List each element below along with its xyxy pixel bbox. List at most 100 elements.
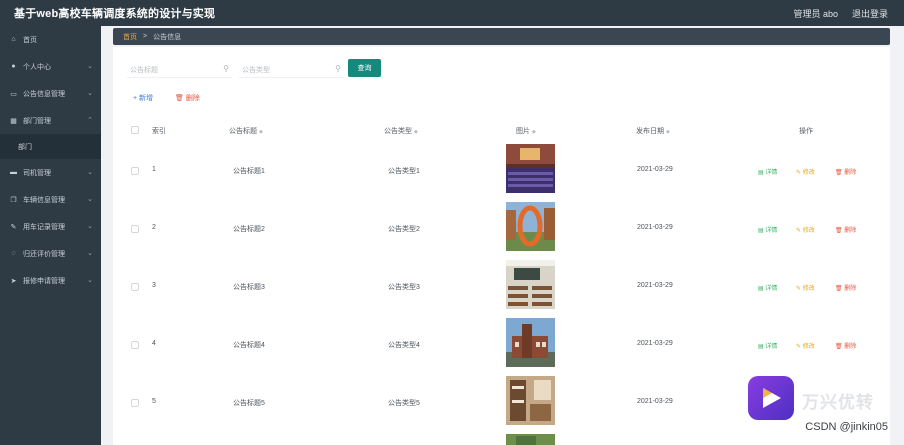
search-icon: ⚲: [335, 64, 341, 73]
edit-icon: ✎: [10, 223, 17, 231]
row-checkbox[interactable]: [131, 399, 139, 407]
add-button[interactable]: + 新增: [133, 93, 153, 103]
watermark-text: 万兴优转: [802, 393, 874, 412]
row-checkbox[interactable]: [131, 225, 139, 233]
sidebar-item-label: 司机管理: [23, 169, 51, 177]
home-icon: ⌂: [11, 36, 16, 43]
chevron-down-icon: ⌄: [87, 223, 93, 230]
row-checkbox[interactable]: [131, 283, 139, 291]
copy-icon: ❐: [10, 196, 17, 204]
csdn-credit: CSDN @jinkin05: [805, 421, 888, 433]
breadcrumb-current: 公告信息: [153, 33, 182, 41]
view-button[interactable]: ▤ 详情: [758, 225, 777, 234]
building-icon: ▦: [10, 117, 17, 125]
message-icon: ▭: [10, 90, 17, 98]
column-header-index: 索引: [152, 128, 166, 135]
sidebar-item-label: 车辆信息管理: [23, 196, 65, 204]
chevron-down-icon: ⌄: [87, 169, 93, 176]
watermark-logo: [748, 376, 794, 420]
notice-type-search-input[interactable]: 公告类型 ⚲: [239, 60, 344, 78]
document-icon: ▤: [758, 286, 764, 292]
chat-icon: ◌: [11, 250, 16, 257]
edit-button[interactable]: ✎ 修改: [796, 225, 815, 234]
chevron-down-icon: ⌄: [87, 63, 93, 70]
sidebar-item-return-review[interactable]: ◌ 归还评价管理 ⌄: [0, 240, 101, 267]
sidebar-item-home[interactable]: ⌂ 首页: [0, 26, 101, 53]
sidebar-item-driver-management[interactable]: ▬ 司机管理 ⌄: [0, 159, 101, 186]
edit-icon: ✎: [796, 344, 802, 350]
sidebar-item-vehicle-management[interactable]: ❐ 车辆信息管理 ⌄: [0, 186, 101, 213]
search-icon: ⚲: [223, 64, 229, 73]
edit-button[interactable]: ✎ 修改: [796, 341, 815, 350]
chevron-up-icon: ⌃: [87, 117, 93, 124]
edit-button[interactable]: ✎ 修改: [796, 283, 815, 292]
notice-image-partial: [506, 434, 555, 445]
view-button[interactable]: ▤ 详情: [758, 283, 777, 292]
breadcrumb-home-link[interactable]: 首页: [123, 32, 137, 42]
column-header-actions: 操作: [799, 128, 813, 135]
delete-button[interactable]: 🗑 删除: [835, 167, 856, 176]
breadcrumb-separator: >: [143, 33, 148, 40]
view-button[interactable]: ▤ 详情: [758, 167, 777, 176]
delete-button[interactable]: 🗑 删除: [835, 283, 856, 292]
sidebar-item-label: 归还评价管理: [23, 250, 65, 258]
column-header-image[interactable]: 图片 ◆: [516, 126, 536, 136]
chevron-down-icon: ⌄: [87, 250, 93, 257]
sidebar-item-label: 首页: [23, 36, 37, 44]
batch-delete-button[interactable]: 🗑 删除: [175, 93, 200, 103]
notice-image-classroom: [506, 260, 555, 309]
sidebar-item-usage-records[interactable]: ✎ 用车记录管理 ⌄: [0, 213, 101, 240]
sidebar-item-repair-requests[interactable]: ➤ 报修申请管理 ⌄: [0, 267, 101, 294]
document-icon: ▤: [758, 228, 764, 234]
delete-button[interactable]: 🗑 删除: [835, 225, 856, 234]
view-button[interactable]: ▤ 详情: [758, 341, 777, 350]
edit-icon: ✎: [796, 170, 802, 176]
row-checkbox[interactable]: [131, 167, 139, 175]
notice-image-sculpture: [506, 202, 555, 251]
sidebar-item-label: 用车记录管理: [23, 223, 65, 231]
logout-link[interactable]: 退出登录: [852, 7, 888, 20]
send-icon: ➤: [10, 277, 17, 285]
edit-button[interactable]: ✎ 修改: [796, 167, 815, 176]
sort-icon: ◆: [666, 129, 670, 135]
chevron-down-icon: ⌄: [87, 277, 93, 284]
sort-icon: ◆: [532, 129, 536, 135]
notice-image-auditorium: [506, 144, 555, 193]
notice-title-search-input[interactable]: 公告标题 ⚲: [127, 60, 232, 78]
column-header-type[interactable]: 公告类型 ◆: [384, 126, 418, 136]
column-header-title[interactable]: 公告标题 ◆: [229, 126, 263, 136]
sidebar-item-label: 部门管理: [23, 117, 51, 125]
admin-user-label[interactable]: 管理员 abo: [793, 7, 838, 20]
sidebar-subitem-department[interactable]: 部门: [0, 134, 101, 159]
document-icon: ▤: [758, 344, 764, 350]
breadcrumb: 首页 > 公告信息: [113, 28, 890, 45]
trash-icon: 🗑: [835, 170, 843, 176]
sidebar-item-label: 部门: [18, 143, 32, 151]
edit-icon: ✎: [796, 286, 802, 292]
top-bar: 基于web高校车辆调度系统的设计与实现 管理员 abo 退出登录: [0, 0, 904, 26]
column-header-date[interactable]: 发布日期 ◆: [636, 126, 670, 136]
sort-icon: ◆: [259, 129, 263, 135]
trash-icon: 🗑: [835, 228, 843, 234]
query-button[interactable]: 查询: [348, 59, 381, 77]
trash-icon: 🗑: [175, 95, 184, 102]
user-icon: ●: [11, 63, 16, 70]
delete-button[interactable]: 🗑 删除: [835, 341, 856, 350]
sidebar-item-label: 报修申请管理: [23, 277, 65, 285]
select-all-checkbox[interactable]: [131, 126, 139, 134]
sidebar: ⌂ 首页 ● 个人中心 ⌄ ▭ 公告信息管理 ⌄ ▦ 部门管理 ⌃ 部门 ▬ 司…: [0, 26, 101, 445]
trash-icon: 🗑: [835, 344, 843, 350]
sidebar-item-label: 公告信息管理: [23, 90, 65, 98]
sidebar-item-personal-center[interactable]: ● 个人中心 ⌄: [0, 53, 101, 80]
sidebar-item-label: 个人中心: [23, 63, 51, 71]
row-checkbox[interactable]: [131, 341, 139, 349]
sidebar-item-notice-management[interactable]: ▭ 公告信息管理 ⌄: [0, 80, 101, 107]
notice-image-dorm: [506, 376, 555, 425]
chevron-down-icon: ⌄: [87, 90, 93, 97]
chevron-down-icon: ⌄: [87, 196, 93, 203]
trash-icon: 🗑: [835, 286, 843, 292]
document-icon: ▤: [758, 170, 764, 176]
sort-icon: ◆: [414, 129, 418, 135]
sidebar-item-department-management[interactable]: ▦ 部门管理 ⌃: [0, 107, 101, 134]
app-title: 基于web高校车辆调度系统的设计与实现: [14, 8, 216, 20]
